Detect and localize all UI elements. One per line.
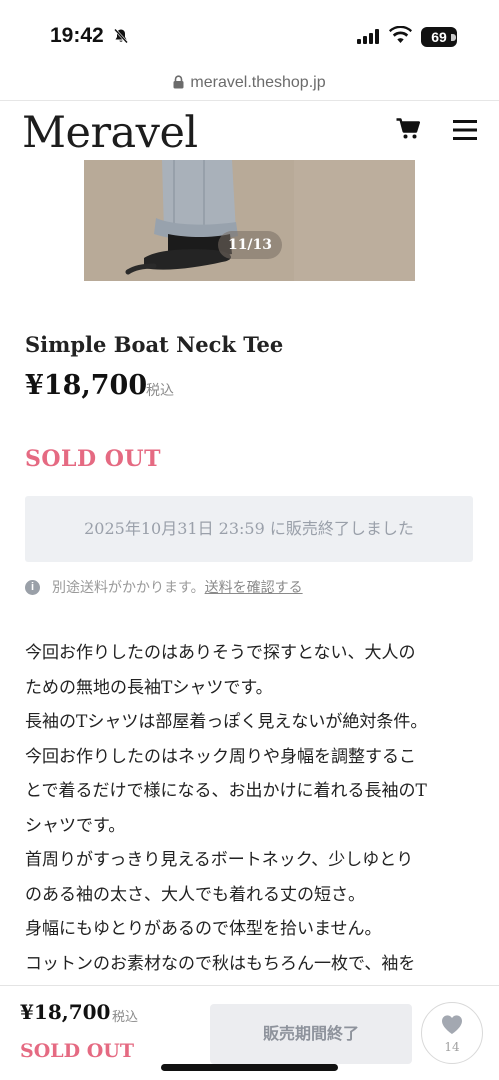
lock-icon: [173, 75, 184, 94]
sale-ended-text: 2025年10月31日 23:59 に販売終了しました: [84, 519, 414, 538]
shipping-note-text: 別途送料がかかります。: [52, 580, 205, 596]
site-logo[interactable]: Meravel: [22, 108, 198, 158]
bottom-sold-out-label: SOLD OUT: [20, 1040, 134, 1062]
shipping-note: i 別途送料がかかります。 送料を確認する: [25, 577, 303, 597]
product-image[interactable]: [84, 160, 415, 281]
status-bar: 19:42 69: [0, 0, 499, 70]
url-bar[interactable]: meravel.theshop.jp: [0, 74, 499, 94]
description-line: 長袖のTシャツは部屋着っぽく見えないが絶対条件。: [25, 712, 428, 732]
description-line: とで着るだけで様になる、お出かけに着れる長袖のT: [25, 781, 427, 801]
battery-tip: [451, 34, 456, 41]
info-icon: i: [25, 579, 40, 595]
favorite-count: 14: [444, 1040, 460, 1054]
bottom-price: ¥18,700: [20, 1000, 111, 1024]
description-line: ための無地の長袖Tシャツです。: [25, 677, 273, 698]
url-text: meravel.theshop.jp: [190, 74, 326, 91]
signal-icon: [357, 29, 381, 48]
sale-ended-notice: 2025年10月31日 23:59 に販売終了しました: [25, 496, 473, 562]
hamburger-menu-icon[interactable]: [453, 120, 477, 144]
product-description: 今回お作りしたのはありそうで探すとない、大人の ための無地の長袖Tシャツです。 …: [25, 636, 477, 981]
status-time: 19:42: [50, 24, 104, 47]
description-line: 今回お作りしたのはありそうで探すとない、大人の: [25, 643, 416, 663]
cart-icon[interactable]: [396, 118, 420, 144]
description-line: のある袖の太さ、大人でも着れる丈の短さ。: [25, 884, 365, 905]
product-title: Simple Boat Neck Tee: [25, 332, 284, 357]
wifi-icon: [389, 25, 412, 48]
description-line: 今回お作りしたのはネック周りや身幅を調整するこ: [25, 746, 416, 767]
bottom-tax-label: 税込: [112, 1010, 139, 1025]
divider: [0, 100, 499, 101]
description-line: 首周りがすっきり見えるボートネック、少しゆとり: [25, 850, 414, 870]
description-line: コットンのお素材なので秋はもちろん一枚で、袖を: [25, 953, 416, 974]
product-price: ¥18,700: [25, 370, 148, 401]
shipping-link[interactable]: 送料を確認する: [205, 577, 303, 597]
sold-out-label: SOLD OUT: [25, 446, 161, 472]
tax-label: 税込: [146, 383, 174, 399]
sale-ended-button[interactable]: 販売期間終了: [210, 1004, 412, 1064]
home-indicator: [161, 1064, 338, 1071]
description-line: シャツです。: [25, 815, 126, 836]
image-counter: 11/13: [218, 231, 282, 259]
description-line: 身幅にもゆとりがあるので体型を拾いません。: [25, 919, 382, 939]
bell-muted-icon: [113, 28, 129, 48]
heart-icon[interactable]: [440, 1013, 464, 1039]
